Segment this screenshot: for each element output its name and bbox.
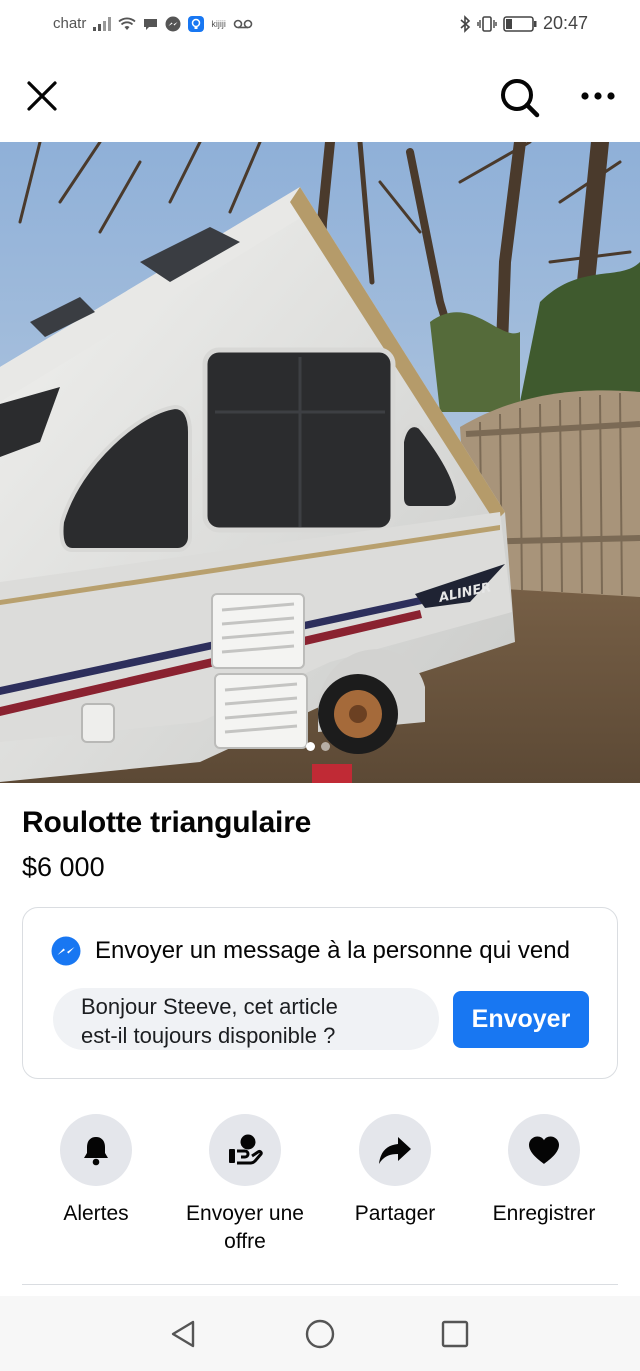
make-offer-action[interactable]: Envoyer une offre	[170, 1114, 320, 1256]
offer-icon	[229, 1134, 263, 1165]
share-label: Partager	[355, 1200, 436, 1228]
home-button[interactable]	[300, 1314, 340, 1354]
save-label: Enregistrer	[493, 1200, 596, 1228]
message-input[interactable]: Bonjour Steeve, cet article est-il toujo…	[53, 988, 439, 1050]
share-label-line1: Partager	[354, 1202, 436, 1225]
search-icon	[501, 79, 540, 118]
alerts-action-circle[interactable]	[60, 1114, 132, 1186]
share-icon	[379, 1137, 411, 1164]
alerts-label-line1: Alertes	[63, 1202, 129, 1225]
heart-icon	[529, 1136, 559, 1164]
status-bar: chatr kijiji 20:47	[0, 0, 640, 50]
voicemail-icon	[233, 19, 253, 29]
signal-icon	[93, 16, 112, 31]
system-nav-bar	[0, 1296, 640, 1371]
alerts-action[interactable]: Alertes	[21, 1114, 171, 1228]
message-seller-card: Envoyer un message à la personne qui ven…	[22, 907, 618, 1079]
recents-icon	[441, 1320, 469, 1348]
search-button[interactable]	[496, 74, 542, 120]
make-offer-label: Envoyer une offre	[186, 1200, 304, 1256]
photo-pager	[306, 742, 330, 751]
message-text-line1: Bonjour Steeve, cet article	[81, 994, 338, 1019]
carrier-label: chatr	[53, 15, 87, 32]
kijiji-icon	[188, 15, 205, 32]
make-offer-label-line1: Envoyer une	[186, 1202, 304, 1225]
home-icon	[305, 1319, 335, 1349]
status-right: 20:47	[459, 13, 588, 34]
kijiji-label: kijiji	[211, 18, 226, 29]
save-action[interactable]: Enregistrer	[469, 1114, 619, 1228]
make-offer-action-circle[interactable]	[209, 1114, 281, 1186]
clock: 20:47	[542, 13, 588, 33]
make-offer-label-line2: offre	[224, 1230, 266, 1253]
share-action-circle[interactable]	[359, 1114, 431, 1186]
message-card-header: Envoyer un message à la personne qui ven…	[51, 936, 570, 966]
messenger-icon	[51, 936, 81, 966]
battery-icon	[503, 15, 537, 32]
save-action-circle[interactable]	[508, 1114, 580, 1186]
chat-bubble-icon	[143, 17, 158, 31]
messenger-icon	[165, 16, 181, 32]
status-left: chatr kijiji	[53, 15, 253, 32]
bluetooth-icon	[459, 14, 471, 33]
wifi-icon	[118, 17, 136, 31]
vibrate-icon	[477, 15, 497, 33]
listing-title: Roulotte triangulaire	[22, 806, 312, 839]
trailer-photo-illustration: ALINER	[0, 142, 640, 783]
close-icon	[27, 81, 57, 111]
message-card-heading: Envoyer un message à la personne qui ven…	[95, 937, 570, 964]
save-label-line1: Enregistrer	[492, 1202, 596, 1225]
back-icon	[171, 1320, 195, 1348]
close-button[interactable]	[22, 76, 62, 116]
listing-actions: Alertes Envoyer une offre Partager Enreg…	[0, 1114, 640, 1264]
alerts-label: Alertes	[63, 1200, 128, 1228]
share-action[interactable]: Partager	[320, 1114, 470, 1228]
top-bar	[0, 50, 640, 142]
send-message-button[interactable]: Envoyer	[453, 991, 589, 1048]
pager-dot[interactable]	[321, 742, 330, 751]
more-options-button[interactable]	[576, 78, 620, 114]
pager-dot-active[interactable]	[306, 742, 315, 751]
bell-icon	[84, 1137, 108, 1166]
more-icon	[581, 92, 615, 100]
recents-button[interactable]	[435, 1314, 475, 1354]
listing-price: $6 000	[22, 852, 105, 882]
message-text-line2: est-il toujours disponible ?	[81, 1023, 336, 1048]
divider	[22, 1284, 618, 1285]
listing-photo[interactable]: ALINER	[0, 142, 640, 783]
back-button[interactable]	[163, 1314, 203, 1354]
